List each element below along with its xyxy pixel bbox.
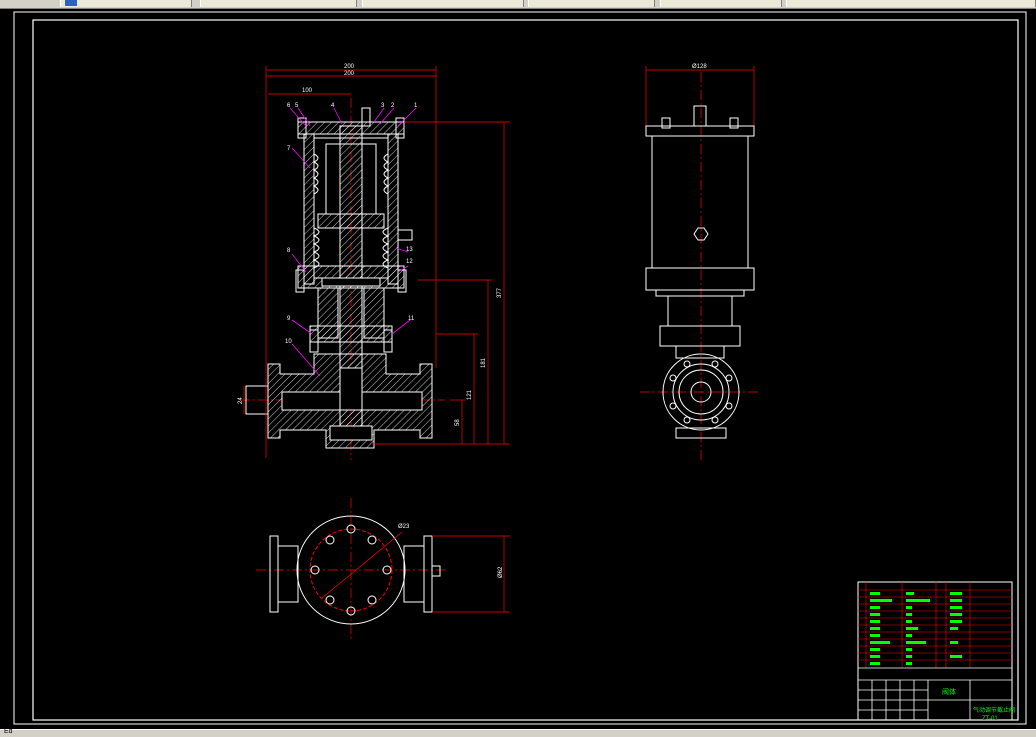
document-tab-6[interactable] [786, 0, 1036, 7]
dim-total-height: 377 [497, 287, 503, 298]
document-tab-3[interactable] [362, 0, 524, 7]
dim-overall-width-1: 200 [344, 64, 355, 70]
part-label-10: 10 [285, 339, 292, 345]
drawing-file-icon [65, 0, 77, 6]
dim-height-2: 181 [481, 357, 487, 368]
dim-height-4: 58 [455, 419, 461, 426]
title-block: 阀体 气动调节截止阀 ZT-01 [857, 581, 1015, 722]
dim-body-height: Ø62 [498, 566, 504, 578]
part-label-11: 11 [408, 316, 415, 322]
title-block-drawing-name: 气动调节截止阀 [973, 706, 1015, 714]
document-tab-4[interactable] [528, 0, 655, 7]
status-text: Ed [4, 728, 13, 735]
title-block-part-name: 阀体 [942, 687, 956, 696]
title-block-drawing-number: ZT-01 [982, 716, 998, 722]
part-label-3: 3 [381, 103, 385, 109]
part-label-9: 9 [287, 316, 291, 322]
side-view: Ø128 [640, 64, 760, 460]
part-label-7: 7 [287, 146, 291, 152]
part-label-8: 8 [287, 248, 291, 254]
dim-bolt-circle: Ø23 [398, 524, 410, 530]
front-section-view: 6 5 4 3 2 1 7 8 9 10 11 12 13 200 200 10… [238, 64, 510, 460]
document-tab-5[interactable] [660, 0, 782, 7]
sheet-outer-border [13, 11, 1027, 725]
dim-actuator-diameter: Ø128 [692, 64, 707, 70]
document-tab-1[interactable] [60, 0, 192, 7]
drawing-canvas[interactable]: 6 5 4 3 2 1 7 8 9 10 11 12 13 200 200 10… [0, 8, 1036, 729]
part-label-1: 1 [414, 103, 418, 109]
dim-height-3: 121 [467, 389, 473, 400]
document-tab-2[interactable] [200, 0, 357, 7]
dim-overall-width-2: 200 [344, 71, 355, 77]
part-label-13: 13 [406, 247, 413, 253]
dim-port: 24 [238, 397, 244, 404]
dim-half-width: 100 [302, 88, 313, 94]
top-view: Ø23 Ø62 [256, 498, 510, 642]
part-label-12: 12 [406, 259, 413, 265]
part-label-2: 2 [391, 103, 395, 109]
